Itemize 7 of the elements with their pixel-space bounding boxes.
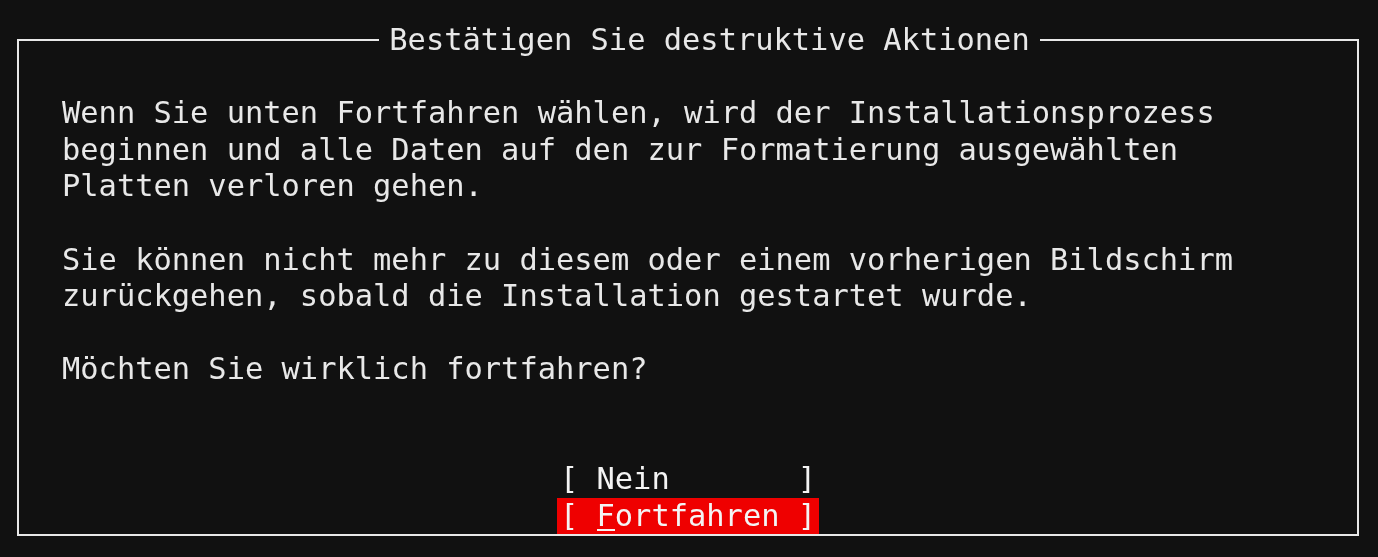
dialog-message: Wenn Sie unten Fortfahren wählen, wird der Installationsprozess beginnen und alle Daten auf den zur Formatierung ausgewählten Platten verloren gehen. <box>62 95 1216 205</box>
dialog-title: Bestätigen Sie destruktive Aktionen <box>388 22 1031 59</box>
text-cursor <box>596 529 615 532</box>
dialog-button[interactable]: [ Fortfahren ] <box>556 497 820 535</box>
dialog-message: Möchten Sie wirklich fortfahren? <box>62 351 649 388</box>
dialog-message: Sie können nicht mehr zu diesem oder einem vorherigen Bildschirm zurückgehen, sobald die Installation gestartet wurde. <box>62 241 1234 315</box>
dialog-button[interactable]: [ Nein ] <box>556 461 820 498</box>
